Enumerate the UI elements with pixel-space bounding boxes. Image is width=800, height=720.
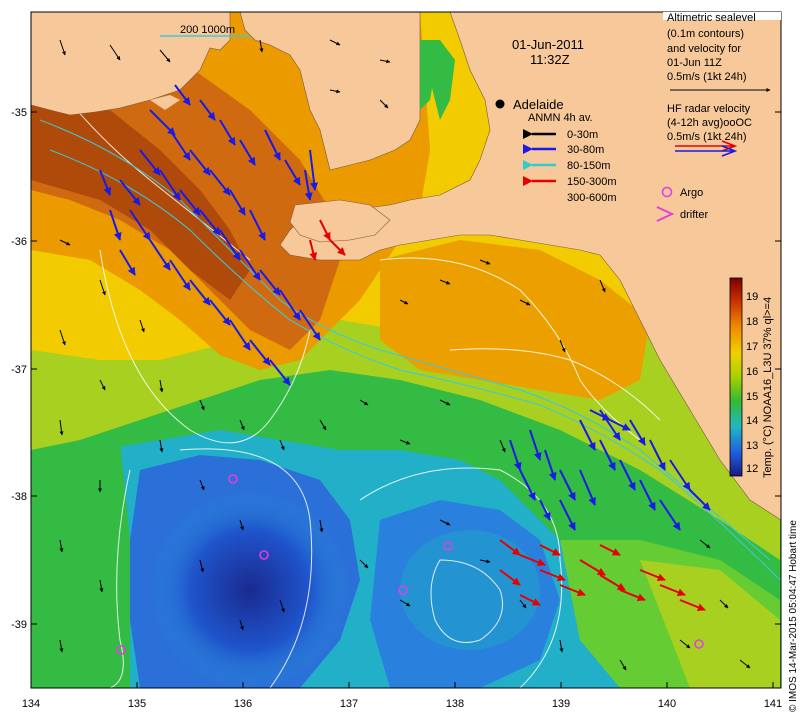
y-tick: -35 [11, 107, 27, 119]
radar-line: HF radar velocity [667, 103, 751, 115]
x-tick: 135 [128, 698, 146, 710]
y-tick: -38 [11, 491, 27, 503]
sealevel-line: 0.5m/s (1kt 24h) [667, 71, 746, 83]
time-label: 11:32Z [530, 52, 570, 67]
depth-scale-label: 200 1000m [180, 24, 235, 36]
y-axis-labels: -35 -36 -37 -38 -39 [11, 107, 27, 631]
adelaide-marker [495, 99, 505, 109]
sealevel-line: 01-Jun 11Z [667, 57, 722, 69]
colorbar-tick: 15 [746, 391, 758, 403]
colorbar-label: Temp. (°C) NOAA16_L3U 37% ql>=4 [762, 297, 774, 478]
anmn-label: 150-300m [567, 176, 617, 188]
y-tick: -39 [11, 619, 27, 631]
colorbar-tick: 13 [746, 440, 758, 452]
colorbar-tick: 14 [746, 415, 758, 427]
sealevel-line: (0.1m contours) [667, 28, 744, 40]
x-tick: 141 [764, 698, 782, 710]
x-tick: 139 [552, 698, 570, 710]
sealevel-line: Altimetric sealevel [667, 12, 756, 24]
x-tick: 136 [234, 698, 252, 710]
argo-label: Argo [680, 187, 703, 199]
colorbar-tick: 19 [746, 291, 758, 303]
adelaide-label: Adelaide [513, 97, 564, 112]
ocean-temperature-map: 134 135 136 137 138 139 140 141 -35 -36 … [11, 11, 799, 712]
anmn-label: 80-150m [567, 160, 610, 172]
colorbar-tick: 18 [746, 316, 758, 328]
x-tick: 138 [446, 698, 464, 710]
colorbar-tick: 16 [746, 366, 758, 378]
x-tick: 134 [22, 698, 40, 710]
drifter-label: drifter [680, 209, 708, 221]
anmn-label: 300-600m [567, 192, 617, 204]
y-tick: -36 [11, 236, 27, 248]
anmn-label: 0-30m [567, 129, 598, 141]
colorbar-tick: 12 [746, 463, 758, 475]
date-label: 01-Jun-2011 [512, 37, 584, 52]
x-tick: 137 [340, 698, 358, 710]
credit-text: © IMOS 14-Mar-2015 05:04:47 Hobart time [788, 520, 799, 712]
anmn-label: 30-80m [567, 144, 604, 156]
colorbar-tick: 17 [746, 341, 758, 353]
y-tick: -37 [11, 364, 27, 376]
anmn-title: ANMN 4h av. [528, 112, 593, 124]
x-axis-labels: 134 135 136 137 138 139 140 141 [22, 698, 782, 710]
sealevel-line: and velocity for [667, 43, 741, 55]
radar-line: 0.5m/s (1kt 24h) [667, 131, 746, 143]
radar-line: (4-12h avg)ooOC [667, 117, 752, 129]
x-tick: 140 [658, 698, 676, 710]
